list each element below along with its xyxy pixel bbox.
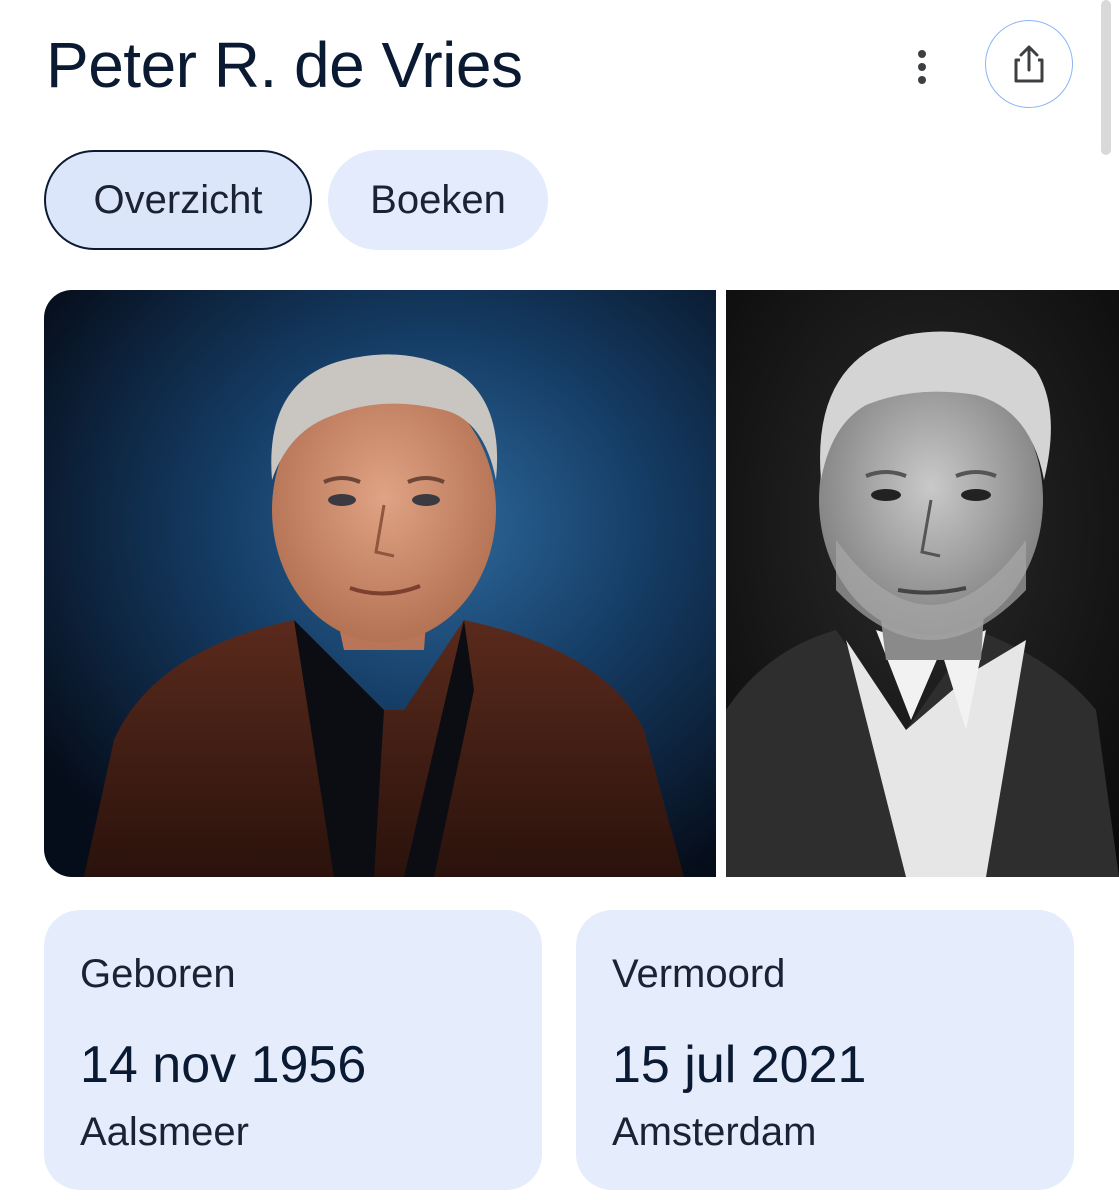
more-vert-icon: [918, 50, 926, 58]
tab-boeken[interactable]: Boeken: [328, 150, 548, 250]
scrollbar[interactable]: [1101, 0, 1111, 155]
fact-card-died[interactable]: Vermoord 15 jul 2021 Amsterdam: [576, 910, 1074, 1190]
fact-place: Aalsmeer: [80, 1110, 249, 1154]
fact-label: Vermoord: [612, 952, 786, 996]
fact-place: Amsterdam: [612, 1110, 817, 1154]
page-title: Peter R. de Vries: [46, 29, 523, 101]
more-options-button[interactable]: [904, 46, 940, 88]
portrait-photo-1[interactable]: [44, 290, 716, 877]
share-icon: [1014, 45, 1044, 83]
share-button[interactable]: [985, 20, 1073, 108]
fact-label: Geboren: [80, 952, 236, 996]
fact-date: 14 nov 1956: [80, 1036, 367, 1094]
fact-card-born[interactable]: Geboren 14 nov 1956 Aalsmeer: [44, 910, 542, 1190]
fact-date: 15 jul 2021: [612, 1036, 867, 1094]
tab-overzicht[interactable]: Overzicht: [44, 150, 312, 250]
portrait-photo-2[interactable]: [726, 290, 1119, 877]
